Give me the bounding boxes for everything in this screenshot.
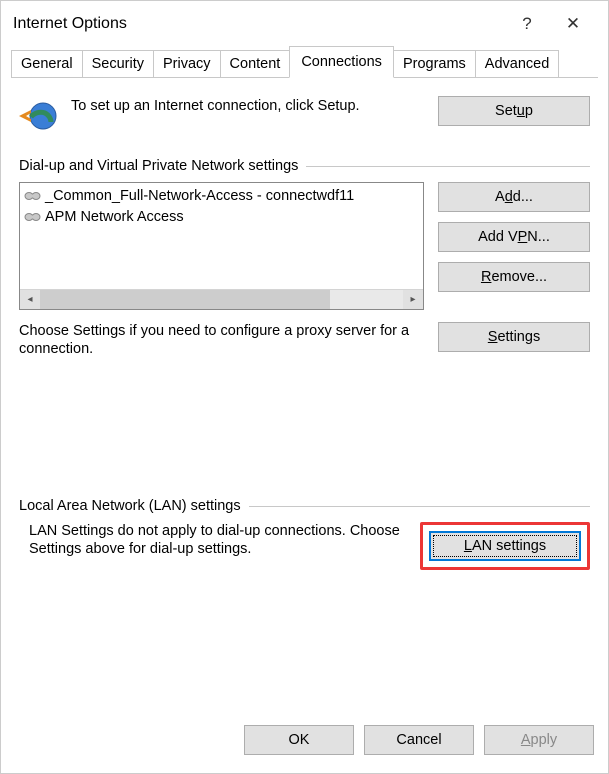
add-vpn-button[interactable]: Add VPN... xyxy=(438,222,590,252)
scroll-right-button[interactable]: ▸ xyxy=(403,290,423,309)
dialup-group-label: Dial-up and Virtual Private Network sett… xyxy=(19,158,298,174)
divider xyxy=(306,166,590,167)
remove-button[interactable]: Remove... xyxy=(438,262,590,292)
connections-listbox[interactable]: _Common_Full-Network-Access - connectwdf… xyxy=(19,182,424,310)
add-button[interactable]: Add... xyxy=(438,182,590,212)
apply-button[interactable]: Apply xyxy=(484,725,594,755)
cancel-button[interactable]: Cancel xyxy=(364,725,474,755)
setup-text: To set up an Internet connection, click … xyxy=(71,96,426,115)
scroll-thumb[interactable] xyxy=(40,290,330,309)
tab-programs[interactable]: Programs xyxy=(393,50,476,78)
lan-group-label: Local Area Network (LAN) settings xyxy=(19,498,241,514)
scroll-track[interactable] xyxy=(40,290,403,309)
lan-hint: LAN Settings do not apply to dial-up con… xyxy=(19,522,406,558)
tab-general[interactable]: General xyxy=(11,50,83,78)
list-item-label: APM Network Access xyxy=(45,209,184,225)
lan-highlight-box: LAN settings xyxy=(420,522,590,570)
list-item-label: _Common_Full-Network-Access - connectwdf… xyxy=(45,188,354,204)
setup-button[interactable]: Setup xyxy=(438,96,590,126)
tab-connections[interactable]: Connections xyxy=(289,46,394,78)
tab-content[interactable]: Content xyxy=(220,50,291,78)
connection-icon xyxy=(24,189,41,203)
help-button[interactable]: ? xyxy=(504,14,550,34)
tab-strip: General Security Privacy Content Connect… xyxy=(1,46,608,78)
list-item[interactable]: APM Network Access xyxy=(22,206,421,227)
tab-advanced[interactable]: Advanced xyxy=(475,50,560,78)
close-button[interactable]: ✕ xyxy=(550,14,596,34)
proxy-hint: Choose Settings if you need to configure… xyxy=(19,322,424,358)
tab-privacy[interactable]: Privacy xyxy=(153,50,221,78)
list-item[interactable]: _Common_Full-Network-Access - connectwdf… xyxy=(22,185,421,206)
tab-security[interactable]: Security xyxy=(82,50,154,78)
ok-button[interactable]: OK xyxy=(244,725,354,755)
lan-settings-button[interactable]: LAN settings xyxy=(429,531,581,561)
globe-arrow-icon xyxy=(19,96,59,136)
window-title: Internet Options xyxy=(13,15,504,33)
divider xyxy=(249,506,590,507)
horizontal-scrollbar[interactable]: ◂ ▸ xyxy=(20,289,423,309)
settings-button[interactable]: Settings xyxy=(438,322,590,352)
connection-icon xyxy=(24,210,41,224)
scroll-left-button[interactable]: ◂ xyxy=(20,290,40,309)
